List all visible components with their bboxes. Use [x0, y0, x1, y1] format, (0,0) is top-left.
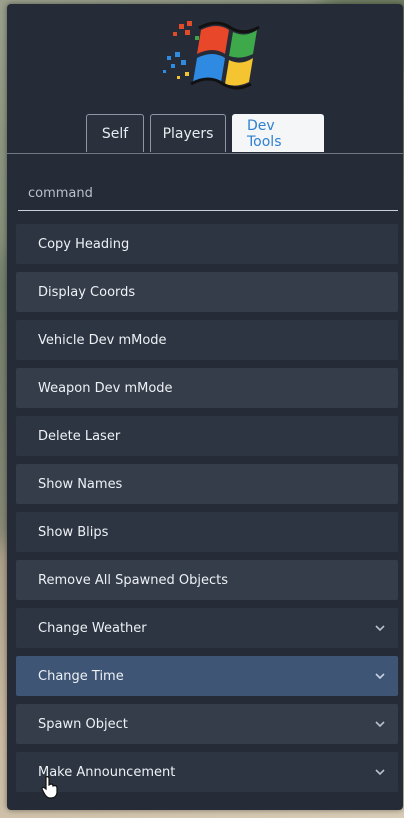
menu-item-weapon-dev-mode[interactable]: Weapon Dev mMode: [16, 368, 398, 408]
command-search: [18, 176, 398, 211]
tab-divider: [7, 153, 403, 154]
menu-item-label: Remove All Spawned Objects: [38, 572, 228, 588]
chevron-down-icon: [375, 769, 385, 776]
menu-item-label: Spawn Object: [38, 716, 128, 732]
menu-item-make-announcement[interactable]: Make Announcement: [16, 752, 398, 792]
menu-list: Copy Heading Display Coords Vehicle Dev …: [16, 224, 398, 800]
menu-item-label: Weapon Dev mMode: [38, 380, 173, 396]
menu-item-spawn-object[interactable]: Spawn Object: [16, 704, 398, 744]
menu-item-change-weather[interactable]: Change Weather: [16, 608, 398, 648]
tab-dev-tools[interactable]: Dev Tools: [232, 114, 324, 152]
tab-bar: Self Players Dev Tools: [7, 114, 403, 154]
menu-item-copy-heading[interactable]: Copy Heading: [16, 224, 398, 264]
tab-self[interactable]: Self: [86, 114, 144, 152]
menu-item-label: Display Coords: [38, 284, 136, 300]
menu-item-label: Change Weather: [38, 620, 147, 636]
menu-item-label: Vehicle Dev mMode: [38, 332, 167, 348]
menu-item-show-names[interactable]: Show Names: [16, 464, 398, 504]
chevron-down-icon: [375, 721, 385, 728]
menu-item-show-blips[interactable]: Show Blips: [16, 512, 398, 552]
menu-item-label: Change Time: [38, 668, 124, 684]
menu-item-label: Show Blips: [38, 524, 109, 540]
menu-header: Self Players Dev Tools: [7, 4, 403, 154]
menu-item-change-time[interactable]: Change Time: [16, 656, 398, 696]
menu-item-vehicle-dev-mode[interactable]: Vehicle Dev mMode: [16, 320, 398, 360]
chevron-down-icon: [375, 673, 385, 680]
menu-item-display-coords[interactable]: Display Coords: [16, 272, 398, 312]
mouse-cursor-icon: [41, 776, 58, 799]
command-input[interactable]: [18, 176, 398, 210]
chevron-down-icon: [375, 625, 385, 632]
menu-item-remove-spawned-objects[interactable]: Remove All Spawned Objects: [16, 560, 398, 600]
dev-menu-panel: Self Players Dev Tools Copy Heading Disp…: [7, 4, 403, 810]
menu-item-label: Delete Laser: [38, 428, 121, 444]
windows-logo-icon: [163, 21, 260, 90]
menu-item-label: Show Names: [38, 476, 123, 492]
tab-players[interactable]: Players: [150, 114, 226, 152]
menu-item-label: Copy Heading: [38, 236, 130, 252]
menu-item-delete-laser[interactable]: Delete Laser: [16, 416, 398, 456]
